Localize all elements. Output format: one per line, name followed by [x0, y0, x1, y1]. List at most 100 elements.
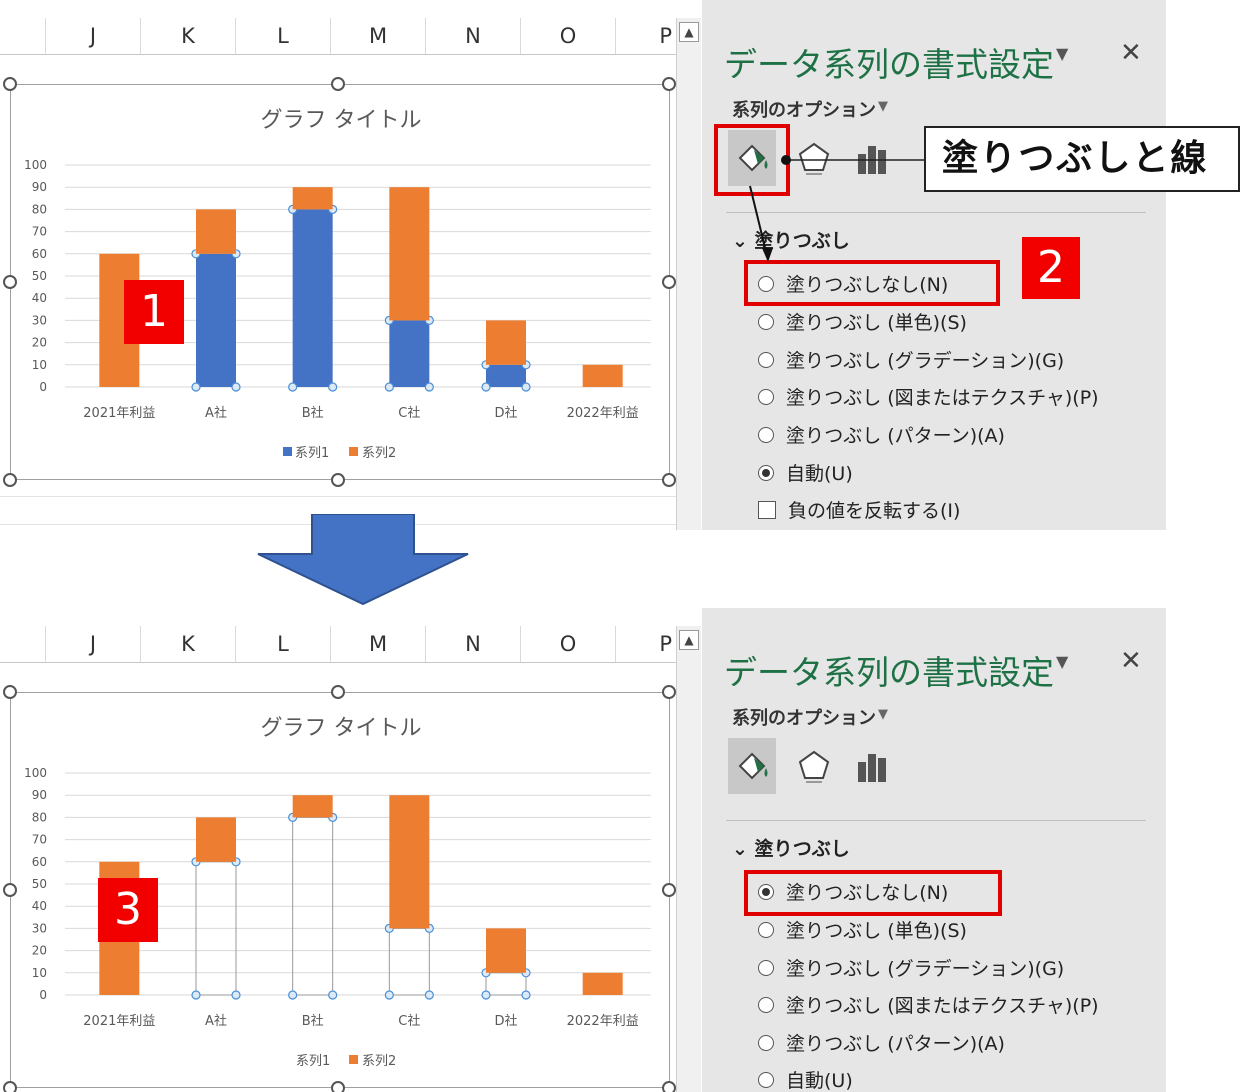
radio-selected[interactable]	[758, 464, 774, 481]
option-picture-fill[interactable]: 塗りつぶし (図またはテクスチャ)(P)	[758, 991, 1099, 1021]
column-m[interactable]: M	[331, 626, 426, 662]
radio[interactable]	[758, 959, 774, 976]
radio[interactable]	[758, 426, 774, 443]
option-label: 塗りつぶし (グラデーション)(G)	[786, 958, 1065, 980]
column-header: J K L M N O P	[0, 626, 676, 663]
resize-handle[interactable]	[331, 473, 345, 487]
invert-if-negative-checkbox[interactable]: 負の値を反転する(I)	[758, 496, 960, 526]
chevron-down-icon[interactable]: ▼	[878, 99, 888, 114]
selection-point	[384, 990, 394, 1000]
resize-handle[interactable]	[3, 77, 17, 91]
resize-handle[interactable]	[331, 1081, 345, 1092]
pane-menu-icon[interactable]: ▼	[1056, 44, 1068, 63]
selection-point	[191, 382, 201, 392]
option-automatic[interactable]: 自動(U)	[758, 1066, 853, 1092]
resize-handle[interactable]	[662, 275, 676, 289]
resize-handle[interactable]	[662, 883, 676, 897]
column-p[interactable]: P	[616, 18, 676, 54]
series-options-tab-icon[interactable]	[848, 738, 896, 794]
selection-point	[521, 990, 531, 1000]
bar-series2	[582, 972, 623, 995]
resize-handle[interactable]	[3, 275, 17, 289]
column-l[interactable]: L	[236, 18, 331, 54]
bar-series2	[389, 795, 430, 929]
worksheet: J K L M N O P グラフ タイトル 0 10 20 30 40 50 60 70 80 9…	[0, 0, 676, 530]
resize-handle[interactable]	[331, 77, 345, 91]
y-tick-label: 70	[32, 225, 47, 239]
vertical-scrollbar[interactable]: ▲	[676, 626, 701, 1092]
column-p[interactable]: P	[616, 626, 676, 662]
series-options-dropdown[interactable]: 系列のオプション	[732, 96, 876, 122]
chevron-down-icon: ⌄	[732, 838, 755, 860]
option-solid-fill[interactable]: 塗りつぶし (単色)(S)	[758, 916, 967, 946]
selection-point	[231, 990, 241, 1000]
option-label: 塗りつぶし (図またはテクスチャ)(P)	[786, 387, 1099, 409]
radio[interactable]	[758, 1034, 774, 1051]
option-picture-fill[interactable]: 塗りつぶし (図またはテクスチャ)(P)	[758, 383, 1099, 413]
radio[interactable]	[758, 996, 774, 1013]
x-tick-label: A社	[205, 405, 227, 421]
resize-handle[interactable]	[3, 685, 17, 699]
option-label: 塗りつぶし (単色)(S)	[786, 920, 967, 942]
fill-section-header[interactable]: ⌄ 塗りつぶし	[732, 834, 850, 861]
column-j[interactable]: J	[46, 626, 141, 662]
annotation-arrows	[749, 155, 924, 262]
radio[interactable]	[758, 313, 774, 330]
option-solid-fill[interactable]: 塗りつぶし (単色)(S)	[758, 308, 967, 338]
chart-svg-before: グラフ タイトル 0 10 20 30 40 50 60 70 80 90 100 2021年利益 A社 B…	[24, 108, 651, 461]
column-header-edge	[0, 18, 46, 54]
column-l[interactable]: L	[236, 626, 331, 662]
y-tick-label: 90	[32, 180, 47, 194]
chart-title: グラフ タイトル	[261, 108, 422, 133]
legend-label-series1: 系列1	[295, 446, 329, 461]
fill-line-tab-icon[interactable]	[728, 738, 776, 794]
bar-series1	[292, 209, 333, 387]
scroll-up-icon[interactable]: ▲	[679, 22, 699, 42]
y-tick-label: 10	[32, 358, 47, 372]
radio[interactable]	[758, 388, 774, 405]
resize-handle[interactable]	[3, 883, 17, 897]
radio[interactable]	[758, 351, 774, 368]
chart-area-before[interactable]: グラフ タイトル 0 10 20 30 40 50 60 70 80 90 100 2021年利益 A社 B…	[10, 84, 670, 480]
x-tick-label: D社	[494, 405, 517, 421]
column-o[interactable]: O	[521, 626, 616, 662]
selection-point	[191, 990, 201, 1000]
chevron-down-icon[interactable]: ▼	[878, 707, 888, 722]
option-gradient-fill[interactable]: 塗りつぶし (グラデーション)(G)	[758, 346, 1064, 376]
column-m[interactable]: M	[331, 18, 426, 54]
option-gradient-fill[interactable]: 塗りつぶし (グラデーション)(G)	[758, 954, 1064, 984]
resize-handle[interactable]	[662, 685, 676, 699]
pane-title: データ系列の書式設定	[724, 653, 1054, 692]
radio[interactable]	[758, 1071, 774, 1088]
effects-tab-icon[interactable]	[790, 738, 838, 794]
option-automatic[interactable]: 自動(U)	[758, 459, 853, 489]
bar-series2	[292, 187, 333, 210]
column-n[interactable]: N	[426, 626, 521, 662]
worksheet: J K L M N O P グラフ タイトル 0 10 20 30 40 50 60 70 80 9…	[0, 608, 676, 1092]
column-j[interactable]: J	[46, 18, 141, 54]
option-pattern-fill[interactable]: 塗りつぶし (パターン)(A)	[758, 1029, 1005, 1059]
pane-menu-icon[interactable]: ▼	[1056, 652, 1068, 671]
series-options-dropdown[interactable]: 系列のオプション	[732, 704, 876, 730]
option-pattern-fill[interactable]: 塗りつぶし (パターン)(A)	[758, 421, 1005, 451]
resize-handle[interactable]	[331, 685, 345, 699]
resize-handle[interactable]	[662, 473, 676, 487]
column-n[interactable]: N	[426, 18, 521, 54]
screenshot-after: J K L M N O P グラフ タイトル 0 10 20 30 40 50 60 70 80 9…	[0, 608, 1240, 1092]
resize-handle[interactable]	[662, 77, 676, 91]
bar-series2	[486, 320, 526, 365]
scroll-up-icon[interactable]: ▲	[679, 630, 699, 650]
column-k[interactable]: K	[141, 626, 236, 662]
checkbox[interactable]	[758, 500, 776, 519]
radio[interactable]	[758, 921, 774, 938]
vertical-scrollbar[interactable]: ▲	[676, 18, 701, 530]
close-icon[interactable]: ✕	[1120, 646, 1142, 676]
resize-handle[interactable]	[3, 473, 17, 487]
resize-handle[interactable]	[3, 1081, 17, 1092]
resize-handle[interactable]	[662, 1081, 676, 1092]
column-o[interactable]: O	[521, 18, 616, 54]
column-k[interactable]: K	[141, 18, 236, 54]
grid-line	[0, 496, 676, 497]
close-icon[interactable]: ✕	[1120, 38, 1142, 68]
checkbox-label: 負の値を反転する(I)	[788, 500, 961, 522]
